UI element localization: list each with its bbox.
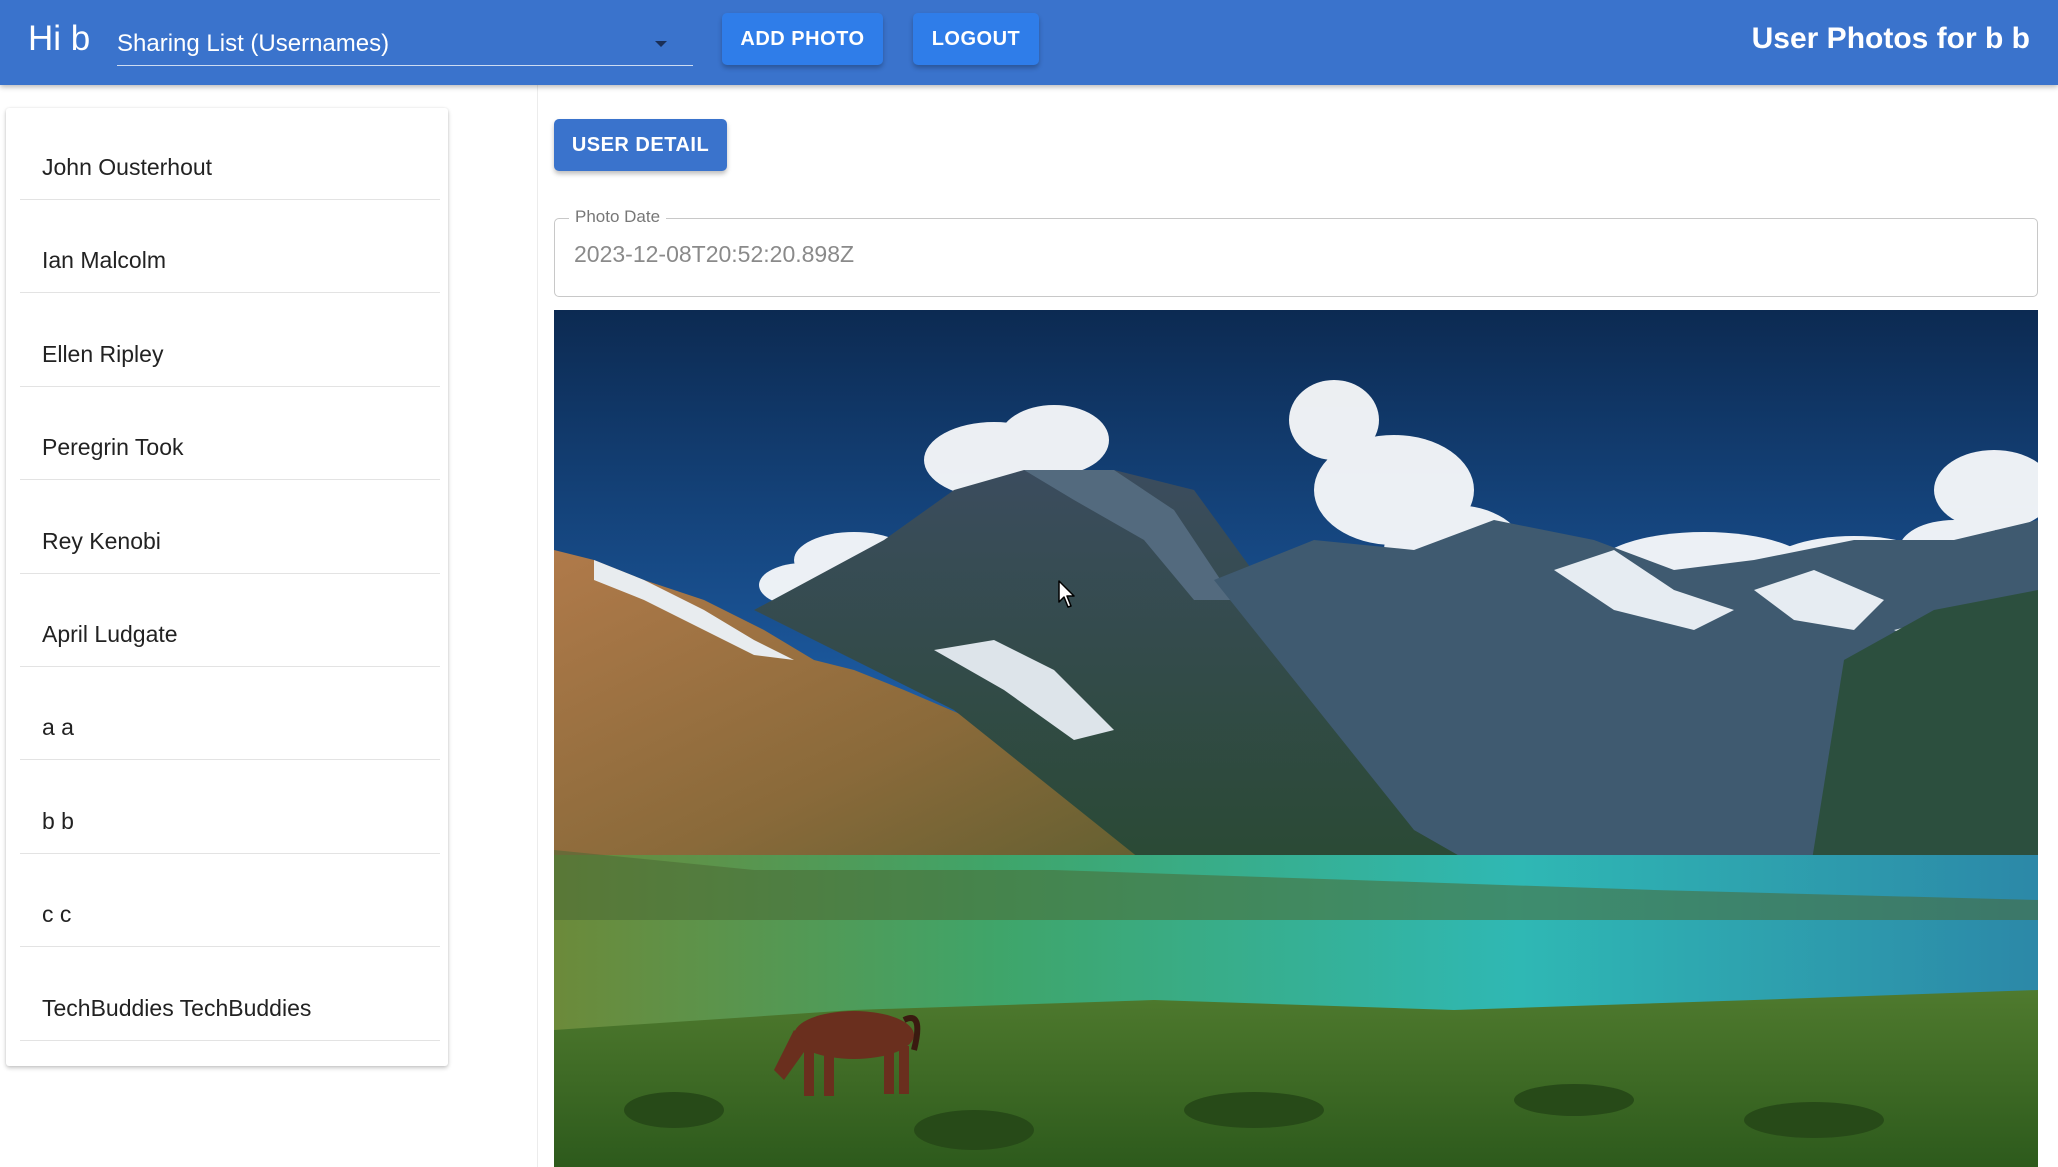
user-list-item[interactable]: Rey Kenobi bbox=[20, 482, 440, 574]
user-list-item[interactable]: Ellen Ripley bbox=[20, 295, 440, 387]
user-name: b b bbox=[42, 807, 74, 834]
user-name: TechBuddies TechBuddies bbox=[42, 994, 312, 1021]
logout-button[interactable]: LOGOUT bbox=[913, 13, 1039, 65]
photo-date-field[interactable]: Photo Date bbox=[554, 207, 2038, 297]
user-name: April Ludgate bbox=[42, 620, 178, 647]
user-name: Peregrin Took bbox=[42, 434, 184, 461]
user-list-item[interactable]: Peregrin Took bbox=[20, 388, 440, 481]
content-divider bbox=[537, 85, 538, 1167]
mouse-cursor-icon bbox=[1058, 580, 1075, 608]
app-bar: Hi b Sharing List (Usernames) ADD PHOTO … bbox=[0, 0, 2058, 85]
user-list-item[interactable]: b b bbox=[20, 762, 440, 854]
greeting: Hi b bbox=[28, 19, 91, 58]
user-name: a a bbox=[42, 714, 74, 741]
user-name: Ian Malcolm bbox=[42, 247, 166, 274]
photo-date-input[interactable] bbox=[574, 241, 1994, 268]
user-photo bbox=[554, 310, 2038, 1167]
user-list-item[interactable]: TechBuddies TechBuddies bbox=[20, 949, 440, 1041]
user-list-item[interactable]: c c bbox=[20, 855, 440, 948]
page-title: User Photos for b b bbox=[1751, 22, 2030, 55]
user-list-item[interactable]: Ian Malcolm bbox=[20, 201, 440, 294]
sharing-list-select[interactable]: Sharing List (Usernames) bbox=[117, 22, 693, 66]
chevron-down-icon bbox=[655, 41, 667, 47]
sharing-list-label: Sharing List (Usernames) bbox=[117, 30, 390, 57]
user-name: c c bbox=[42, 901, 72, 928]
user-list-item[interactable]: John Ousterhout bbox=[20, 108, 440, 200]
photo-date-label: Photo Date bbox=[569, 207, 667, 227]
user-detail-button[interactable]: USER DETAIL bbox=[554, 119, 727, 171]
user-name: Rey Kenobi bbox=[42, 527, 161, 554]
user-list-item[interactable]: a a bbox=[20, 668, 440, 761]
user-name: Ellen Ripley bbox=[42, 340, 164, 367]
user-list: John Ousterhout Ian Malcolm Ellen Ripley… bbox=[20, 108, 440, 1042]
user-name: John Ousterhout bbox=[42, 154, 213, 180]
user-list-item[interactable]: April Ludgate bbox=[20, 575, 440, 667]
add-photo-button[interactable]: ADD PHOTO bbox=[722, 13, 883, 65]
landscape-photo-image bbox=[554, 310, 2038, 1167]
user-list-panel: John Ousterhout Ian Malcolm Ellen Ripley… bbox=[6, 108, 448, 1066]
